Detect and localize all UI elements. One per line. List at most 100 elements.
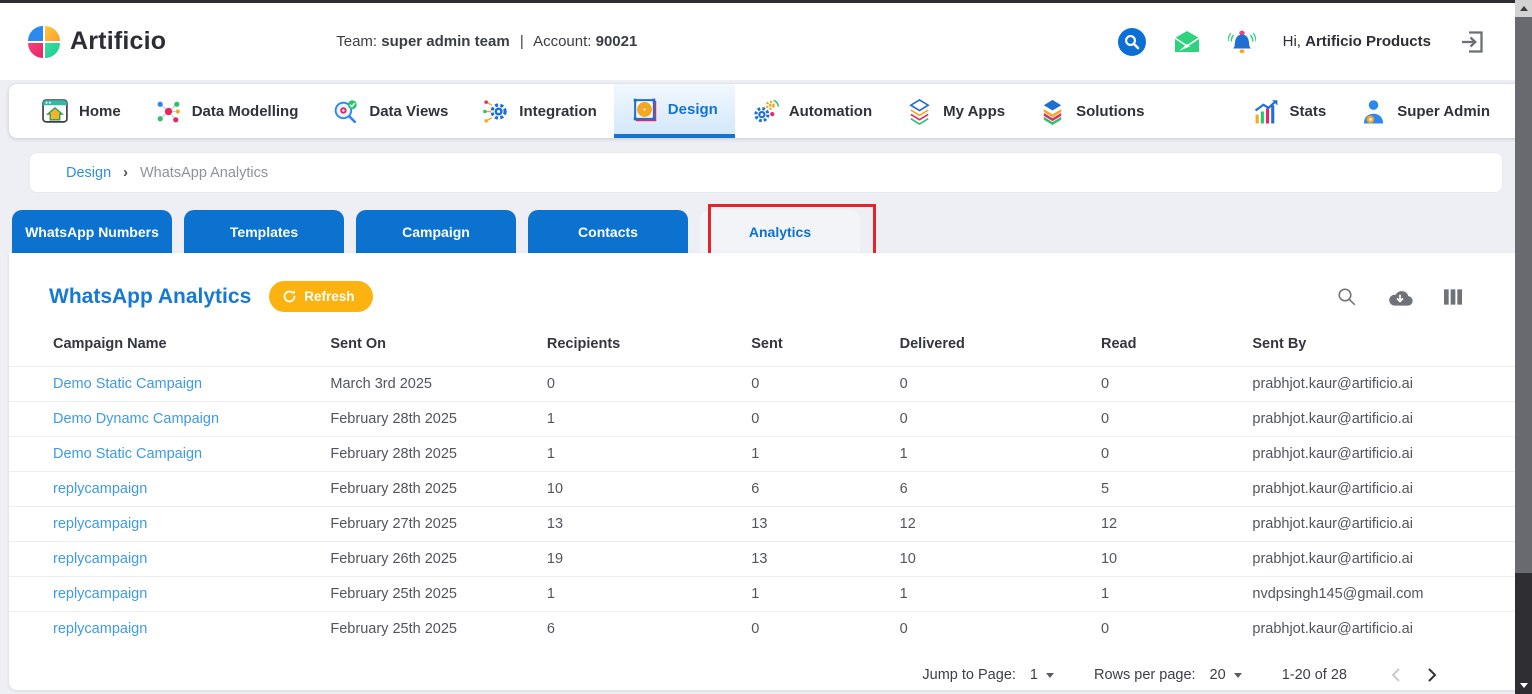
rows-per-page-label: Rows per page: [1094,667,1196,683]
app-header: Artificio Team: super admin team | Accou… [0,3,1532,80]
page-title: WhatsApp Analytics [49,285,251,309]
recipients-cell: 1 [539,437,743,472]
col-sent-by: Sent By [1244,324,1523,367]
chevron-left-icon [1391,668,1401,682]
jump-to-page-label: Jump to Page: [922,667,1016,683]
user-name: Artificio Products [1305,33,1431,50]
sent-on-cell: February 28th 2025 [322,472,539,507]
scrollbar-thumb[interactable] [1515,17,1532,573]
recipients-cell: 6 [539,612,743,647]
analytics-panel: WhatsApp Analytics Refresh Campaign Name [9,253,1523,690]
next-page-button[interactable] [1419,662,1445,688]
integration-icon [482,98,509,125]
scrollbar-down-button[interactable] [1515,677,1532,694]
nav-item-super-admin[interactable]: Super Admin [1343,84,1507,138]
delivered-cell: 10 [892,542,1093,577]
sent-by-cell: prabhjot.kaur@artificio.ai [1244,507,1523,542]
notifications-bell-icon[interactable] [1228,28,1256,56]
sent-by-cell: prabhjot.kaur@artificio.ai [1244,402,1523,437]
campaign-name-link[interactable]: replycampaign [9,472,322,507]
nav-item-home[interactable]: Home [25,84,138,138]
campaign-name-link[interactable]: Demo Dynamc Campaign [9,402,322,437]
recipients-cell: 1 [539,402,743,437]
campaign-name-link[interactable]: Demo Static Campaign [9,437,322,472]
rows-per-page-value: 20 [1210,667,1226,683]
data-views-icon [332,98,359,125]
mail-icon[interactable] [1173,28,1201,56]
col-read: Read [1093,324,1244,367]
scrollbar-up-button[interactable] [1515,0,1532,17]
read-cell: 0 [1093,612,1244,647]
download-icon[interactable] [1387,287,1413,307]
nav-item-data-views[interactable]: Data Views [315,84,465,138]
brand-logo[interactable]: Artificio [28,26,166,58]
user-greeting: Hi, Artificio Products [1283,33,1431,50]
rows-per-page-select[interactable]: 20 [1210,667,1242,683]
table-body: Demo Static Campaign March 3rd 2025 0 0 … [9,367,1523,647]
pagination: Jump to Page: 1 Rows per page: 20 1-20 o… [9,646,1523,688]
nav-item-integration[interactable]: Integration [465,84,614,138]
logout-icon[interactable] [1458,28,1486,56]
jump-to-page-select[interactable]: 1 [1030,667,1054,683]
delivered-cell: 0 [892,402,1093,437]
campaign-name-link[interactable]: Demo Static Campaign [9,367,322,402]
col-campaign-name: Campaign Name [9,324,322,367]
table-row: replycampaign February 28th 2025 10 6 6 … [9,472,1523,507]
nav-item-my-apps[interactable]: My Apps [889,84,1022,138]
nav-item-stats[interactable]: Stats [1236,84,1344,138]
sent-by-cell: prabhjot.kaur@artificio.ai [1244,437,1523,472]
campaign-name-link[interactable]: replycampaign [9,507,322,542]
sent-on-cell: February 27th 2025 [322,507,539,542]
recipients-cell: 0 [539,367,743,402]
design-tabs: WhatsApp Numbers Templates Campaign Cont… [12,210,1532,253]
campaign-name-link[interactable]: replycampaign [9,612,322,647]
sent-cell: 0 [743,612,891,647]
nav-item-data-modelling[interactable]: Data Modelling [138,84,316,138]
delivered-cell: 1 [892,577,1093,612]
tab-analytics[interactable]: Analytics [700,210,860,253]
automation-icon [752,98,779,125]
table-row: replycampaign February 25th 2025 1 1 1 1… [9,577,1523,612]
table-row: replycampaign February 25th 2025 6 0 0 0… [9,612,1523,647]
col-sent: Sent [743,324,891,367]
design-icon [631,96,658,123]
sent-cell: 1 [743,577,891,612]
delivered-cell: 12 [892,507,1093,542]
col-recipients: Recipients [539,324,743,367]
nav-item-solutions[interactable]: Solutions [1022,84,1161,138]
search-icon[interactable] [1118,28,1146,56]
brand-name: Artificio [70,27,166,56]
greeting-prefix: Hi, [1283,33,1301,50]
breadcrumb-design-link[interactable]: Design [66,165,111,181]
team-label: Team: [336,33,377,50]
campaign-name-link[interactable]: replycampaign [9,542,322,577]
sent-cell: 13 [743,542,891,577]
campaign-name-link[interactable]: replycampaign [9,577,322,612]
tab-templates[interactable]: Templates [184,210,344,253]
table-search-icon[interactable] [1336,286,1357,307]
chevron-down-icon [1234,673,1242,678]
refresh-icon [282,289,297,304]
data-modelling-icon [155,98,182,125]
team-account-info: Team: super admin team | Account: 90021 [336,33,637,50]
scrollbar[interactable] [1515,0,1532,694]
tab-contacts[interactable]: Contacts [528,210,688,253]
nav-label: Design [668,101,718,118]
previous-page-button[interactable] [1383,662,1409,688]
nav-label: My Apps [943,103,1005,120]
tab-campaign[interactable]: Campaign [356,210,516,253]
tab-whatsapp-numbers[interactable]: WhatsApp Numbers [12,210,172,253]
stats-icon [1253,98,1280,125]
nav-label: Super Admin [1397,103,1490,120]
sent-by-cell: prabhjot.kaur@artificio.ai [1244,542,1523,577]
table-row: Demo Dynamc Campaign February 28th 2025 … [9,402,1523,437]
columns-icon[interactable] [1443,288,1463,306]
nav-label: Stats [1290,103,1327,120]
nav-item-automation[interactable]: Automation [735,84,889,138]
nav-item-design[interactable]: Design [614,84,735,138]
sent-on-cell: February 28th 2025 [322,402,539,437]
sent-cell: 1 [743,437,891,472]
breadcrumb-separator: › [123,165,128,181]
refresh-button[interactable]: Refresh [269,281,372,312]
read-cell: 5 [1093,472,1244,507]
